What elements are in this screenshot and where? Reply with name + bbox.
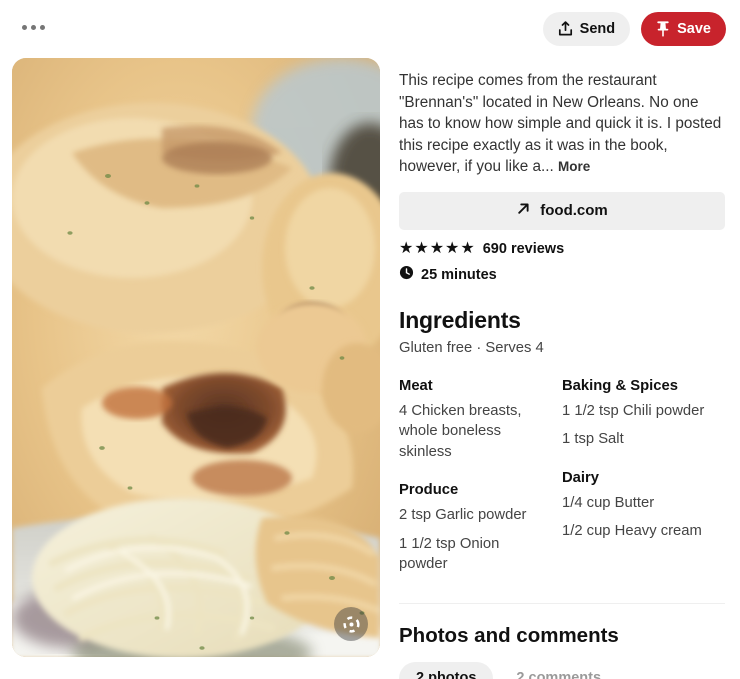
photos-comments-heading: Photos and comments <box>399 623 619 647</box>
ingredient-group-title: Baking & Spices <box>562 377 678 394</box>
action-button-group: Send Save <box>542 12 726 46</box>
ingredients-subtitle: Gluten free · Serves 4 <box>399 339 544 356</box>
ingredient-group: Meat 4 Chicken breasts, whole boneless s… <box>399 378 548 463</box>
visual-search-lens-icon[interactable] <box>334 607 368 641</box>
send-button-label: Send <box>579 20 616 37</box>
ingredient-item: 1/4 cup Butter <box>562 494 655 511</box>
ingredient-item: 1 tsp Salt <box>562 431 624 447</box>
recipe-photo[interactable] <box>12 58 380 657</box>
source-link-label: food.com <box>540 202 608 219</box>
photos-comments-tabs: 2 photos 2 comments <box>399 661 725 679</box>
review-count-label: 690 reviews <box>482 240 565 257</box>
save-button[interactable]: Save <box>641 12 726 46</box>
ingredient-item: 1 1/2 tsp Chili powder <box>562 402 705 419</box>
ingredient-item: 4 Chicken breasts, whole boneless skinle… <box>399 402 522 460</box>
dot <box>40 25 45 30</box>
more-options-icon[interactable] <box>18 21 49 34</box>
source-link-button[interactable]: food.com <box>399 191 725 230</box>
recipe-photo-image <box>12 58 380 657</box>
ingredient-group: Produce 2 tsp Garlic powder 1 1/2 tsp On… <box>399 482 548 575</box>
send-button[interactable]: Send <box>542 12 631 46</box>
ingredient-group-title: Produce <box>399 482 459 498</box>
recipe-description: This recipe comes from the restaurant "B… <box>399 70 725 178</box>
section-divider <box>399 602 725 604</box>
dot <box>22 25 27 30</box>
ingredient-group: Baking & Spices 1 1/2 tsp Chili powder 1… <box>562 378 725 450</box>
ingredient-item: 2 tsp Garlic powder <box>399 507 527 523</box>
upload-share-icon <box>558 21 573 37</box>
recipe-pin-detail-page: Send Save This recipe comes from the res… <box>0 0 740 679</box>
save-button-label: Save <box>677 20 711 37</box>
recipe-details-panel: This recipe comes from the restaurant "B… <box>399 70 725 679</box>
tab-comments[interactable]: 2 comments <box>499 662 618 679</box>
cook-time-label: 25 minutes <box>421 266 497 283</box>
cook-time-row: 25 minutes <box>399 265 725 285</box>
star-rating-icons: ★★★★★ <box>399 239 476 257</box>
clock-icon <box>399 265 414 285</box>
ingredient-item: 1 1/2 tsp Onion powder <box>399 535 500 573</box>
ingredient-group: Dairy 1/4 cup Butter 1/2 cup Heavy cream <box>562 470 725 542</box>
ingredient-item: 1/2 cup Heavy cream <box>562 523 702 539</box>
ingredients-columns: Meat 4 Chicken breasts, whole boneless s… <box>399 378 725 583</box>
top-toolbar: Send Save <box>0 0 740 58</box>
more-link[interactable]: More <box>558 159 590 174</box>
ingredient-group-title: Meat <box>399 377 433 394</box>
ingredients-column-right: Baking & Spices 1 1/2 tsp Chili powder 1… <box>562 378 725 583</box>
dot <box>31 25 36 30</box>
tab-photos[interactable]: 2 photos <box>399 661 494 679</box>
rating-row: ★★★★★ 690 reviews <box>399 239 725 257</box>
external-link-arrow-icon <box>516 201 531 220</box>
ingredients-column-left: Meat 4 Chicken breasts, whole boneless s… <box>399 378 562 583</box>
ingredients-heading: Ingredients <box>399 306 521 333</box>
ingredient-group-title: Dairy <box>562 469 600 486</box>
pushpin-icon <box>656 21 670 37</box>
